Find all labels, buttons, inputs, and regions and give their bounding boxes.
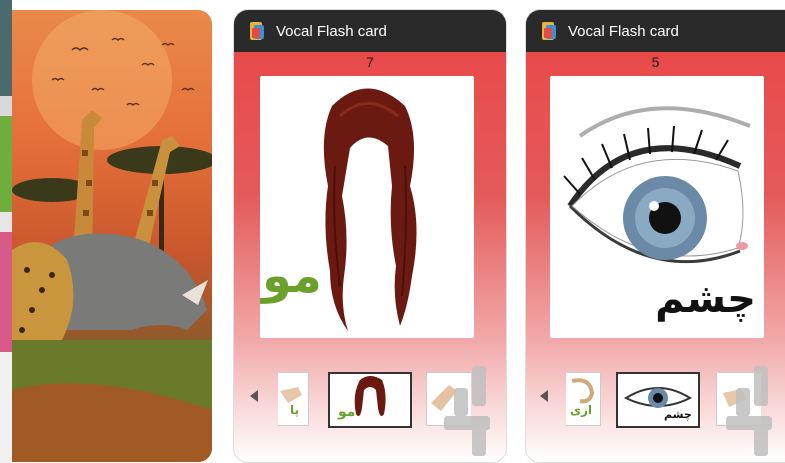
- strip-segment: [0, 96, 12, 116]
- card-counter: 7: [366, 54, 374, 70]
- strip-segment: [0, 232, 12, 352]
- phone-screenshot-hair-card: Vocal Flash card 7 مو پا مو: [234, 10, 506, 462]
- arrow-left-icon[interactable]: [540, 390, 548, 402]
- watermark-logo-icon: [444, 366, 490, 456]
- card-counter: 5: [651, 54, 660, 70]
- strip-segment: [0, 116, 12, 212]
- app-title-bar: Vocal Flash card: [234, 10, 506, 52]
- thumbnail-label: چشم: [664, 408, 692, 421]
- app-logo-icon: [250, 22, 264, 40]
- card-word: مو: [262, 248, 322, 304]
- hand-icon: [280, 387, 302, 403]
- left-edge-strip: [0, 0, 12, 463]
- ear-icon: [571, 378, 595, 404]
- thumbnail-ear[interactable]: ازی: [566, 372, 601, 426]
- strip-segment: [0, 0, 12, 96]
- thumbnail-hair-selected[interactable]: مو: [328, 372, 412, 428]
- arrow-left-icon[interactable]: [250, 390, 258, 402]
- app-logo-icon: [542, 22, 556, 40]
- thumbnail-eye-selected[interactable]: چشم: [616, 372, 700, 428]
- thumbnail-label: مو: [338, 404, 356, 420]
- app-title: Vocal Flash card: [276, 22, 387, 40]
- strip-segment: [0, 352, 12, 463]
- thumbnail-label: ازی: [570, 403, 593, 417]
- app-title-bar: Vocal Flash card: [526, 10, 785, 52]
- watermark-logo-icon: [726, 366, 772, 456]
- savanna-animals-artwork: [12, 10, 212, 462]
- phone-screenshot-eye-card: Vocal Flash card 5 چشم ازی چشم: [526, 10, 785, 462]
- thumbnail-label: پا: [290, 403, 300, 417]
- app-title: Vocal Flash card: [568, 22, 679, 40]
- strip-segment: [0, 212, 12, 232]
- flash-card[interactable]: چشم: [550, 76, 764, 338]
- card-word: چشم: [655, 276, 756, 322]
- thumbnail-hand[interactable]: پا: [278, 372, 309, 426]
- savanna-illustration: [12, 10, 212, 462]
- flash-card[interactable]: مو: [260, 76, 474, 338]
